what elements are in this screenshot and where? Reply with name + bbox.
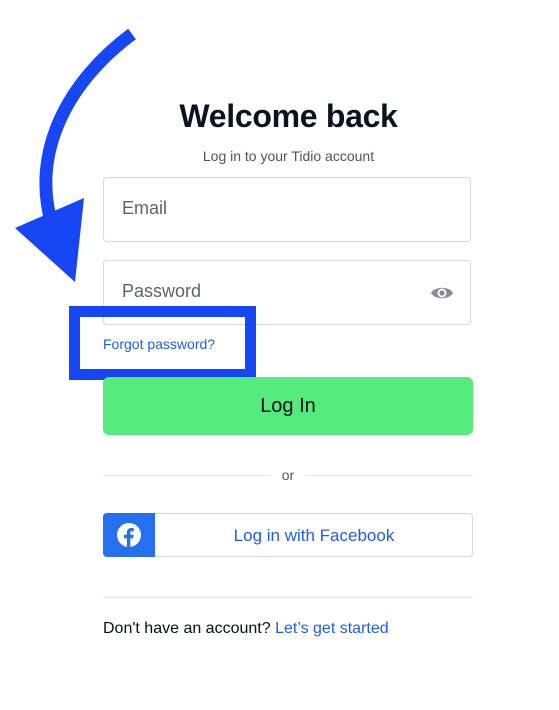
- eye-icon[interactable]: [430, 283, 454, 303]
- footer-divider: [103, 597, 473, 598]
- signup-row: Don't have an account? Let’s get started: [103, 620, 389, 638]
- facebook-icon-box: [103, 513, 155, 557]
- divider-left: [103, 475, 270, 476]
- password-input[interactable]: [122, 281, 412, 302]
- page-title: Welcome back: [179, 98, 398, 134]
- forgot-password-link[interactable]: Forgot password?: [103, 336, 215, 352]
- page-subtitle: Log in to your Tidio account: [202, 148, 375, 164]
- login-button[interactable]: Log In: [103, 377, 473, 435]
- signup-question: Don't have an account?: [103, 620, 271, 637]
- facebook-login-label: Log in with Facebook: [233, 526, 395, 545]
- divider-label: or: [281, 467, 295, 483]
- signup-link[interactable]: Let’s get started: [275, 620, 389, 637]
- divider-right: [306, 475, 473, 476]
- email-field[interactable]: [103, 177, 471, 242]
- email-input[interactable]: [122, 198, 412, 219]
- facebook-login-button[interactable]: Log in with Facebook: [103, 513, 473, 557]
- facebook-icon: [117, 523, 141, 547]
